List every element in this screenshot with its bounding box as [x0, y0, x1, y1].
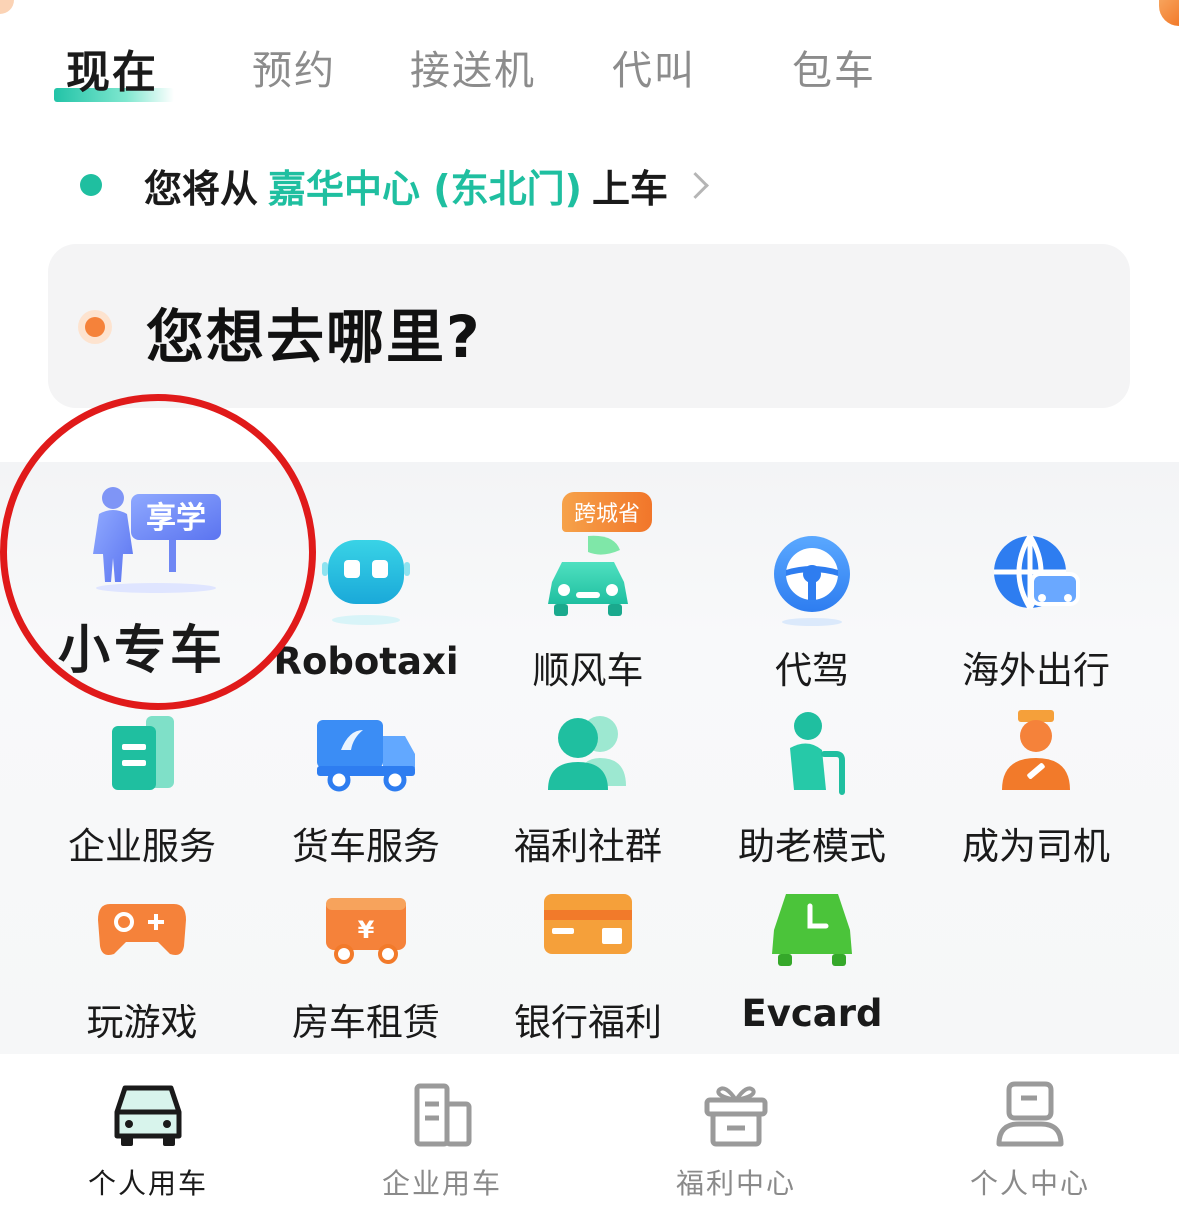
driver-icon — [988, 708, 1084, 804]
service-elder-mode[interactable]: 助老模式 — [700, 708, 924, 870]
service-shunfengche[interactable]: 跨城省 顺风车 — [476, 492, 700, 694]
elder-cane-icon — [764, 708, 860, 804]
ev-car-clock-icon — [764, 884, 860, 980]
pickup-location[interactable]: 您将从 嘉华中心 (东北门) 上车 — [80, 160, 709, 211]
nav-label: 企业用车 — [381, 1167, 502, 1200]
service-evcard[interactable]: Evcard — [700, 884, 924, 1035]
service-label: 海外出行 — [962, 649, 1110, 692]
robot-icon — [318, 532, 414, 628]
user-icon — [993, 1078, 1067, 1148]
bottom-navigation: 个人用车 企业用车 福利中心 个人中心 — [0, 1054, 1179, 1223]
service-label: Evcard — [741, 992, 883, 1035]
service-label: 福利社群 — [514, 825, 662, 868]
corner-decoration-right — [1159, 0, 1179, 26]
service-label: 成为司机 — [962, 825, 1110, 868]
service-label: 房车租赁 — [292, 1001, 440, 1044]
service-label: 企业服务 — [68, 825, 216, 868]
green-leaf-car-icon: 跨城省 — [540, 492, 653, 628]
gift-icon — [699, 1078, 773, 1148]
service-label: 小专车 — [57, 621, 226, 681]
rv-currency-glyph: ¥ — [358, 916, 375, 944]
nav-label: 个人用车 — [87, 1167, 208, 1200]
destination-input[interactable]: 您想去哪里? — [48, 244, 1130, 408]
service-robotaxi[interactable]: Robotaxi — [254, 532, 478, 683]
destination-placeholder: 您想去哪里? — [146, 303, 482, 371]
service-label: 助老模式 — [738, 825, 886, 868]
tutor-sign-icon: 享学 — [81, 484, 231, 594]
tab-call-for-others[interactable]: 代叫 — [612, 38, 696, 96]
car-icon — [111, 1078, 185, 1148]
tab-now[interactable]: 现在 — [66, 36, 158, 100]
chevron-right-icon — [682, 171, 709, 199]
service-label: 顺风车 — [532, 649, 644, 692]
service-label: 玩游戏 — [86, 1001, 198, 1044]
ride-mode-tabs: 现在 预约 接送机 代叫 包车 — [0, 30, 1179, 102]
nav-welfare-center[interactable]: 福利中心 — [636, 1078, 836, 1202]
nav-personal-car[interactable]: 个人用车 — [48, 1078, 248, 1202]
tab-reserve[interactable]: 预约 — [252, 38, 336, 96]
steering-wheel-icon — [764, 532, 860, 628]
pickup-dot-icon — [80, 174, 102, 196]
destination-dot-icon — [78, 310, 112, 344]
nav-label: 个人中心 — [969, 1167, 1090, 1200]
sign-text: 享学 — [146, 501, 206, 536]
pickup-place: 嘉华中心 (东北门) — [268, 166, 582, 211]
bank-card-icon — [540, 884, 636, 980]
nav-enterprise-car[interactable]: 企业用车 — [342, 1078, 542, 1202]
pickup-suffix: 上车 — [591, 166, 668, 211]
service-daijia[interactable]: 代驾 — [700, 532, 924, 694]
service-label: 代驾 — [775, 649, 849, 692]
service-games[interactable]: 玩游戏 — [30, 884, 254, 1046]
tab-airport[interactable]: 接送机 — [410, 38, 536, 96]
service-xiaozhuanche[interactable]: 享学 小专车 — [44, 484, 268, 683]
corner-decoration-left — [0, 0, 14, 14]
truck-icon — [311, 708, 421, 804]
service-bank-welfare[interactable]: 银行福利 — [476, 884, 700, 1046]
building-icon — [405, 1078, 479, 1148]
people-group-icon — [538, 708, 638, 804]
services-grid: 享学 小专车 Robotaxi 跨城省 顺风车 代驾 海外出行 企业服务 货车服… — [0, 462, 1179, 1054]
building-doc-icon — [94, 708, 190, 804]
nav-label: 福利中心 — [675, 1167, 796, 1200]
service-welfare-group[interactable]: 福利社群 — [476, 708, 700, 870]
service-become-driver[interactable]: 成为司机 — [924, 708, 1148, 870]
tab-charter[interactable]: 包车 — [792, 38, 876, 96]
service-label: 银行福利 — [514, 1001, 662, 1044]
service-label: Robotaxi — [273, 640, 459, 683]
globe-car-icon — [988, 532, 1084, 628]
service-label: 货车服务 — [292, 825, 440, 868]
gamepad-icon — [94, 884, 190, 980]
service-enterprise[interactable]: 企业服务 — [30, 708, 254, 870]
service-rv-rental[interactable]: ¥ 房车租赁 — [254, 884, 478, 1046]
cross-city-badge: 跨城省 — [562, 492, 653, 532]
pickup-prefix: 您将从 — [144, 166, 259, 211]
service-truck[interactable]: 货车服务 — [254, 708, 478, 870]
service-overseas[interactable]: 海外出行 — [924, 532, 1148, 694]
rv-icon: ¥ — [318, 884, 414, 980]
nav-personal-center[interactable]: 个人中心 — [930, 1078, 1130, 1202]
